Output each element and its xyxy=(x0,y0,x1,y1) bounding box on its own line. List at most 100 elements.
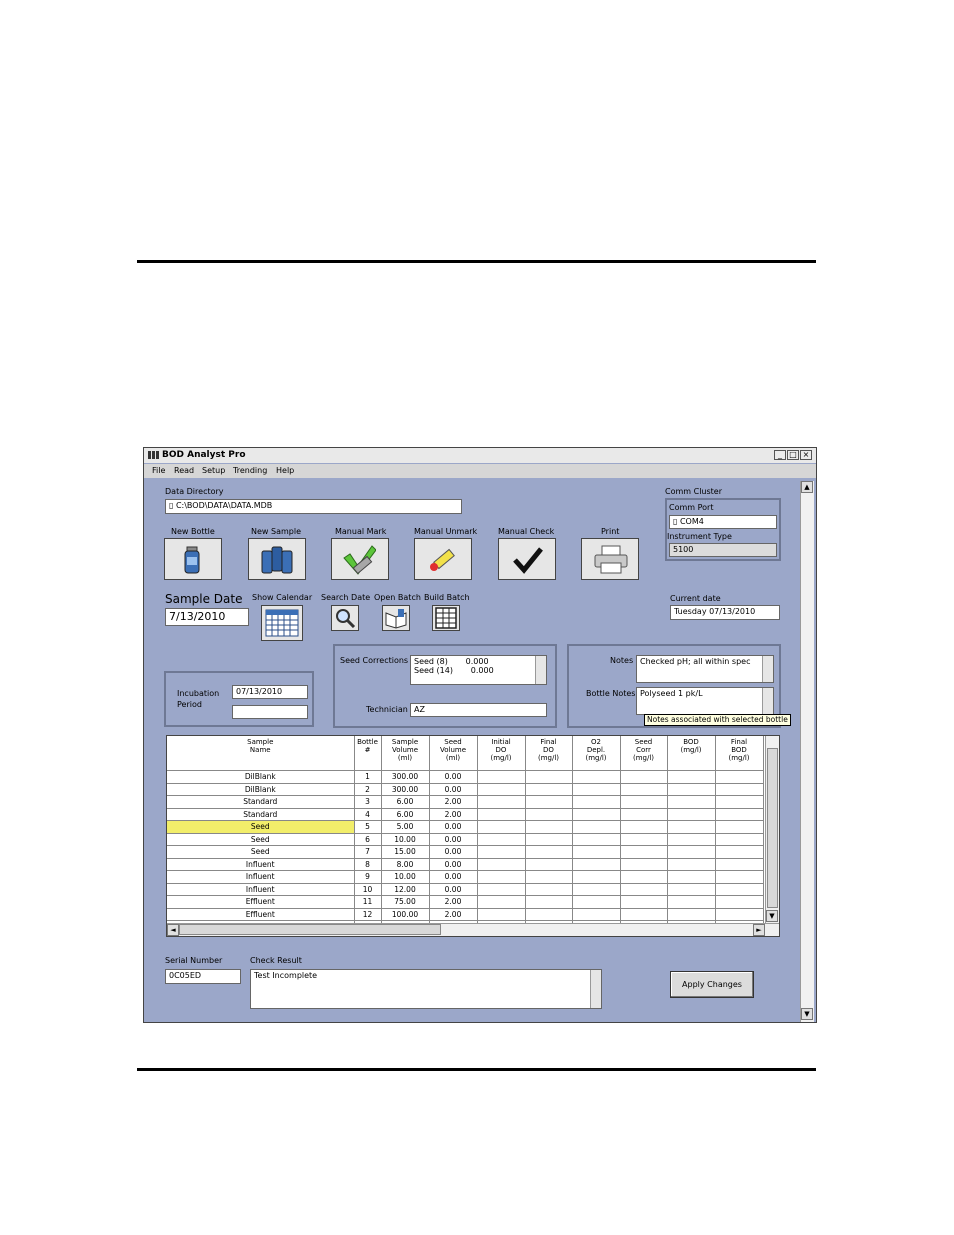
comm-port-field[interactable]: ▯ COM4 xyxy=(669,515,777,529)
seed-list-scrollbar[interactable] xyxy=(535,656,546,684)
table-cell[interactable]: 8 xyxy=(354,858,382,871)
table-cell[interactable]: 3 xyxy=(354,795,382,809)
table-cell[interactable] xyxy=(525,783,573,796)
table-cell[interactable]: 9 xyxy=(354,870,382,884)
table-cell[interactable] xyxy=(477,783,526,796)
menu-read[interactable]: Read xyxy=(174,466,194,475)
table-cell[interactable] xyxy=(572,858,621,871)
table-cell[interactable] xyxy=(620,845,668,859)
notes-field[interactable]: Checked pH; all within spec xyxy=(636,655,774,683)
table-cell[interactable]: Standard xyxy=(167,808,355,821)
scroll-down-icon[interactable]: ▼ xyxy=(801,1008,813,1020)
table-cell[interactable] xyxy=(620,795,668,809)
column-header[interactable]: Initial DO (mg/l) xyxy=(477,736,526,771)
table-cell[interactable] xyxy=(525,895,573,909)
table-cell[interactable]: Standard xyxy=(167,795,355,809)
data-directory-field[interactable]: ▯ C:\BOD\DATA\DATA.MDB xyxy=(165,499,462,514)
table-cell[interactable] xyxy=(525,795,573,809)
table-cell[interactable]: 12.00 xyxy=(381,883,430,896)
table-cell[interactable] xyxy=(477,833,526,846)
show-calendar-button[interactable] xyxy=(261,605,303,641)
title-bar[interactable]: BOD Analyst Pro _ □ × xyxy=(144,448,816,463)
manual-mark-button[interactable] xyxy=(331,538,389,580)
table-cell[interactable] xyxy=(525,883,573,896)
table-cell[interactable] xyxy=(715,808,764,821)
table-cell[interactable] xyxy=(572,833,621,846)
table-cell[interactable] xyxy=(525,845,573,859)
incubation-period-field[interactable] xyxy=(232,705,308,719)
check-result-field[interactable]: Test Incomplete xyxy=(250,969,602,1009)
table-cell[interactable]: Influent xyxy=(167,883,355,896)
table-cell[interactable] xyxy=(620,870,668,884)
table-cell[interactable]: 6.00 xyxy=(381,808,430,821)
table-row[interactable]: Standard 4 6.00 2.00 xyxy=(167,808,764,821)
table-cell[interactable]: 7 xyxy=(354,845,382,859)
table-cell[interactable] xyxy=(572,870,621,884)
table-cell[interactable]: Effluent xyxy=(167,895,355,909)
table-cell[interactable]: 10 xyxy=(354,883,382,896)
table-cell[interactable]: 300.00 xyxy=(381,770,430,784)
table-cell[interactable] xyxy=(620,783,668,796)
column-header[interactable]: Seed Corr (mg/l) xyxy=(620,736,668,771)
grid-scroll-left-icon[interactable]: ◄ xyxy=(167,924,179,936)
table-cell[interactable] xyxy=(620,858,668,871)
table-cell[interactable]: 0.00 xyxy=(429,833,478,846)
table-cell[interactable] xyxy=(572,783,621,796)
table-cell[interactable] xyxy=(715,895,764,909)
table-cell[interactable] xyxy=(572,908,621,921)
table-cell[interactable] xyxy=(525,820,573,834)
new-sample-button[interactable] xyxy=(248,538,306,580)
table-row[interactable]: DilBlank 1 300.00 0.00 xyxy=(167,770,764,784)
table-cell[interactable]: 0.00 xyxy=(429,820,478,834)
table-cell[interactable] xyxy=(715,833,764,846)
table-cell[interactable] xyxy=(477,858,526,871)
sample-date-field[interactable]: 7/13/2010 xyxy=(165,608,249,626)
table-cell[interactable] xyxy=(572,795,621,809)
table-cell[interactable]: 0.00 xyxy=(429,783,478,796)
table-cell[interactable]: Influent xyxy=(167,858,355,871)
table-row[interactable]: Standard 3 6.00 2.00 xyxy=(167,795,764,809)
table-row[interactable]: Effluent 11 75.00 2.00 xyxy=(167,895,764,909)
table-row[interactable]: Influent 8 8.00 0.00 xyxy=(167,858,764,871)
table-cell[interactable] xyxy=(620,895,668,909)
menu-trending[interactable]: Trending xyxy=(233,466,267,475)
table-cell[interactable]: 1 xyxy=(354,770,382,784)
table-cell[interactable] xyxy=(477,820,526,834)
manual-check-button[interactable] xyxy=(498,538,556,580)
scroll-up-icon[interactable]: ▲ xyxy=(801,481,813,493)
table-cell[interactable] xyxy=(477,870,526,884)
table-cell[interactable] xyxy=(667,820,716,834)
table-cell[interactable] xyxy=(715,908,764,921)
table-cell[interactable]: 2 xyxy=(354,783,382,796)
grid-scroll-down-icon[interactable]: ▼ xyxy=(766,910,778,922)
table-cell[interactable]: 100.00 xyxy=(381,908,430,921)
table-cell[interactable]: Seed xyxy=(167,820,355,834)
column-header[interactable]: Final BOD (mg/l) xyxy=(715,736,764,771)
table-cell[interactable] xyxy=(620,770,668,784)
table-cell[interactable]: 10.00 xyxy=(381,870,430,884)
table-cell[interactable] xyxy=(667,883,716,896)
bottle-notes-scrollbar[interactable] xyxy=(762,688,773,714)
table-cell[interactable]: 0.00 xyxy=(429,770,478,784)
table-cell[interactable] xyxy=(572,895,621,909)
technician-field[interactable]: AZ xyxy=(410,703,547,717)
table-cell[interactable] xyxy=(477,908,526,921)
table-cell[interactable] xyxy=(667,795,716,809)
table-row[interactable]: Influent 10 12.00 0.00 xyxy=(167,883,764,896)
table-cell[interactable] xyxy=(667,770,716,784)
table-cell[interactable] xyxy=(525,858,573,871)
table-cell[interactable]: 300.00 xyxy=(381,783,430,796)
table-cell[interactable]: 15.00 xyxy=(381,845,430,859)
manual-unmark-button[interactable] xyxy=(414,538,472,580)
table-cell[interactable] xyxy=(477,883,526,896)
table-cell[interactable]: 6 xyxy=(354,833,382,846)
table-cell[interactable] xyxy=(715,870,764,884)
table-cell[interactable] xyxy=(572,770,621,784)
apply-changes-button[interactable]: Apply Changes xyxy=(670,971,754,998)
table-cell[interactable] xyxy=(667,808,716,821)
table-cell[interactable] xyxy=(667,870,716,884)
table-row[interactable]: Seed 7 15.00 0.00 xyxy=(167,845,764,859)
incubation-date-field[interactable]: 07/13/2010 xyxy=(232,685,308,699)
table-cell[interactable] xyxy=(667,845,716,859)
table-cell[interactable] xyxy=(620,908,668,921)
